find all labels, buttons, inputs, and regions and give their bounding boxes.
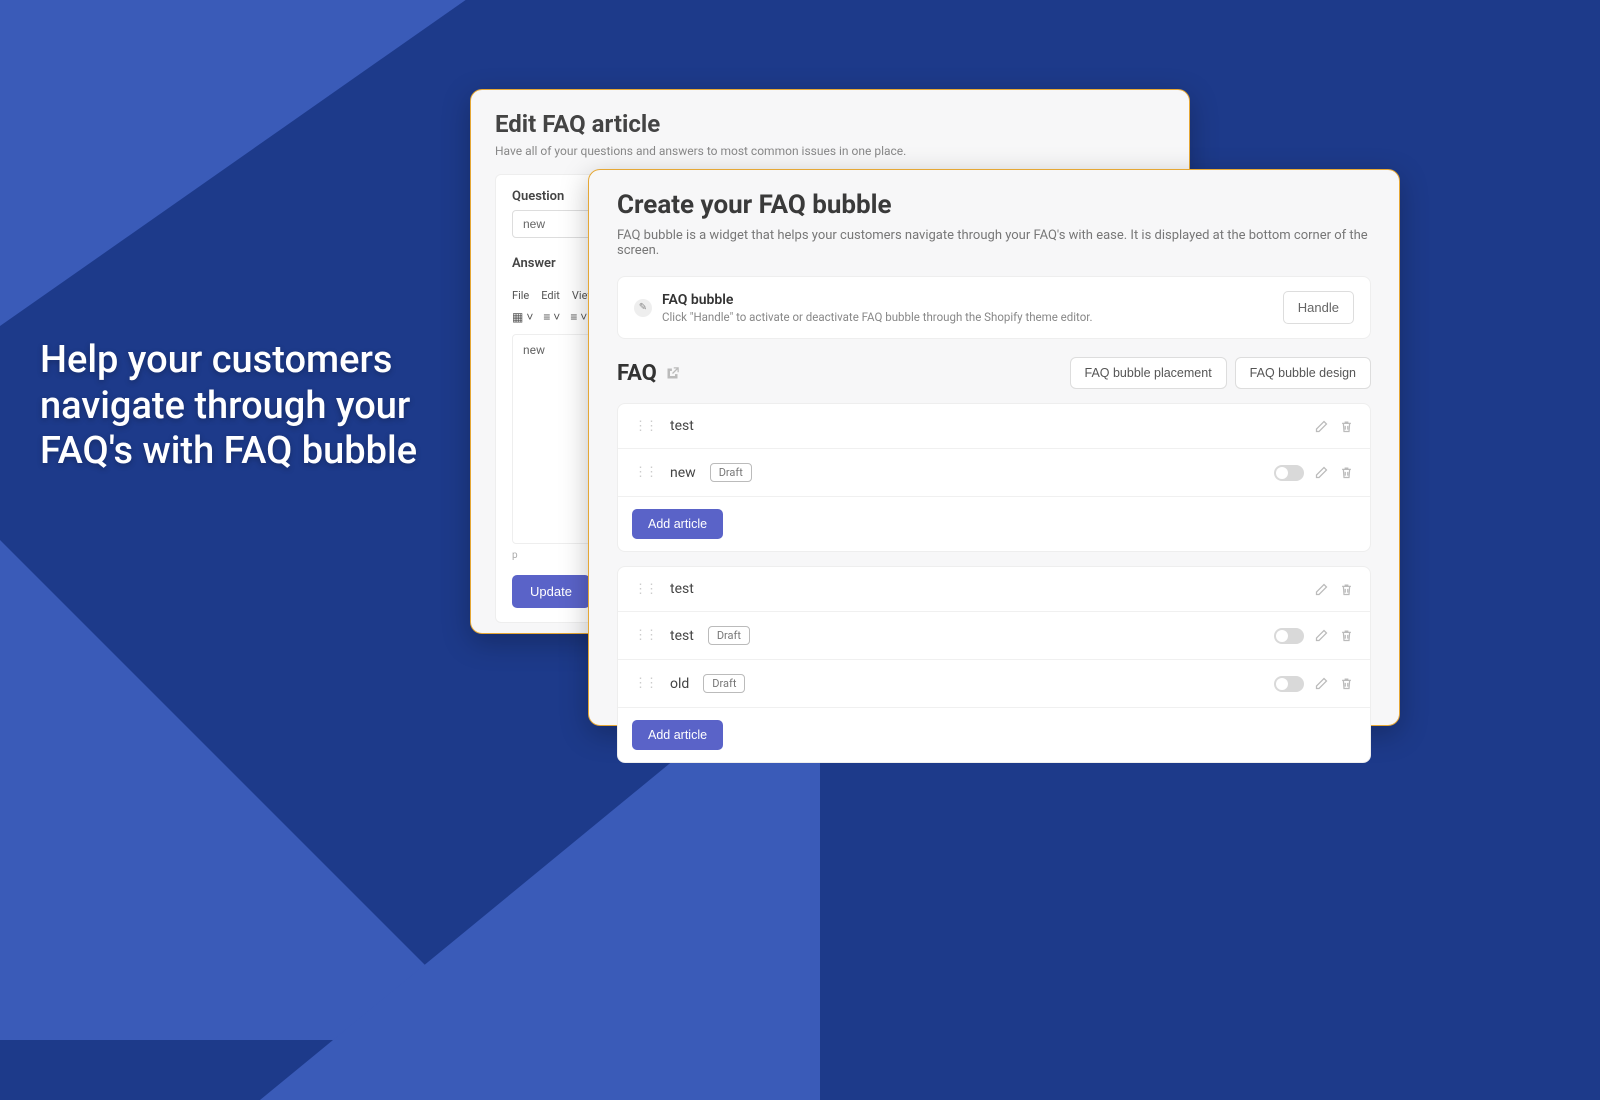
drag-handle-icon[interactable]: ⋮⋮ [634, 582, 656, 597]
menu-file[interactable]: File [512, 289, 529, 302]
drag-handle-icon[interactable]: ⋮⋮ [634, 419, 656, 434]
group-title: test [670, 581, 694, 597]
trash-icon[interactable] [1339, 628, 1354, 643]
trash-icon[interactable] [1339, 419, 1354, 434]
edit-icon[interactable] [1314, 582, 1329, 597]
faq-group: ⋮⋮ test ⋮⋮ new Draft Add article [617, 403, 1371, 552]
edit-icon[interactable] [1314, 419, 1329, 434]
draft-badge: Draft [710, 463, 752, 482]
faq-article-row: ⋮⋮ test Draft [618, 611, 1370, 659]
faq-group: ⋮⋮ test ⋮⋮ test Draft ⋮⋮ old Draft [617, 566, 1371, 763]
table-icon[interactable]: ▦ ˅ [512, 310, 533, 324]
create-faq-bubble-card: Create your FAQ bubble FAQ bubble is a w… [588, 169, 1400, 726]
edit-icon[interactable] [1314, 628, 1329, 643]
handle-button[interactable]: Handle [1283, 291, 1354, 324]
article-name: new [670, 465, 696, 481]
trash-icon[interactable] [1339, 582, 1354, 597]
faq-tabs: FAQ bubble placement FAQ bubble design [1070, 357, 1372, 389]
faq-heading: FAQ [617, 361, 680, 386]
external-link-icon[interactable] [665, 366, 680, 381]
faq-group-header: ⋮⋮ test [618, 567, 1370, 611]
draft-badge: Draft [703, 674, 745, 693]
publish-toggle[interactable] [1274, 676, 1304, 692]
faq-bubble-info: ✎ FAQ bubble Click "Handle" to activate … [617, 276, 1371, 339]
draft-badge: Draft [708, 626, 750, 645]
edit-icon[interactable] [1314, 676, 1329, 691]
trash-icon[interactable] [1339, 676, 1354, 691]
edit-icon[interactable] [1314, 465, 1329, 480]
unordered-list-icon[interactable]: ≡ ˅ [570, 310, 587, 324]
group-title: test [670, 418, 694, 434]
trash-icon[interactable] [1339, 465, 1354, 480]
faq-bubble-label: FAQ bubble [662, 292, 1093, 308]
tab-placement[interactable]: FAQ bubble placement [1070, 357, 1227, 389]
create-faq-subtitle: FAQ bubble is a widget that helps your c… [617, 228, 1371, 258]
add-article-button[interactable]: Add article [632, 509, 723, 539]
drag-handle-icon[interactable]: ⋮⋮ [634, 676, 656, 691]
faq-bubble-desc: Click "Handle" to activate or deactivate… [662, 310, 1093, 324]
article-name: test [670, 628, 694, 644]
hero-headline: Help your customers navigate through you… [40, 338, 460, 475]
publish-toggle[interactable] [1274, 628, 1304, 644]
bubble-icon: ✎ [634, 299, 652, 317]
edit-faq-title: Edit FAQ article [495, 110, 1165, 138]
drag-handle-icon[interactable]: ⋮⋮ [634, 465, 656, 480]
add-article-row: Add article [618, 496, 1370, 551]
create-faq-title: Create your FAQ bubble [617, 190, 1371, 220]
update-button[interactable]: Update [512, 575, 590, 608]
tab-design[interactable]: FAQ bubble design [1235, 357, 1371, 389]
faq-group-header: ⋮⋮ test [618, 404, 1370, 448]
menu-edit[interactable]: Edit [541, 289, 560, 302]
edit-faq-subtitle: Have all of your questions and answers t… [495, 144, 1165, 158]
ordered-list-icon[interactable]: ≡ ˅ [543, 310, 560, 324]
add-article-row: Add article [618, 707, 1370, 762]
article-name: old [670, 676, 689, 692]
publish-toggle[interactable] [1274, 465, 1304, 481]
faq-article-row: ⋮⋮ new Draft [618, 448, 1370, 496]
faq-article-row: ⋮⋮ old Draft [618, 659, 1370, 707]
drag-handle-icon[interactable]: ⋮⋮ [634, 628, 656, 643]
add-article-button[interactable]: Add article [632, 720, 723, 750]
